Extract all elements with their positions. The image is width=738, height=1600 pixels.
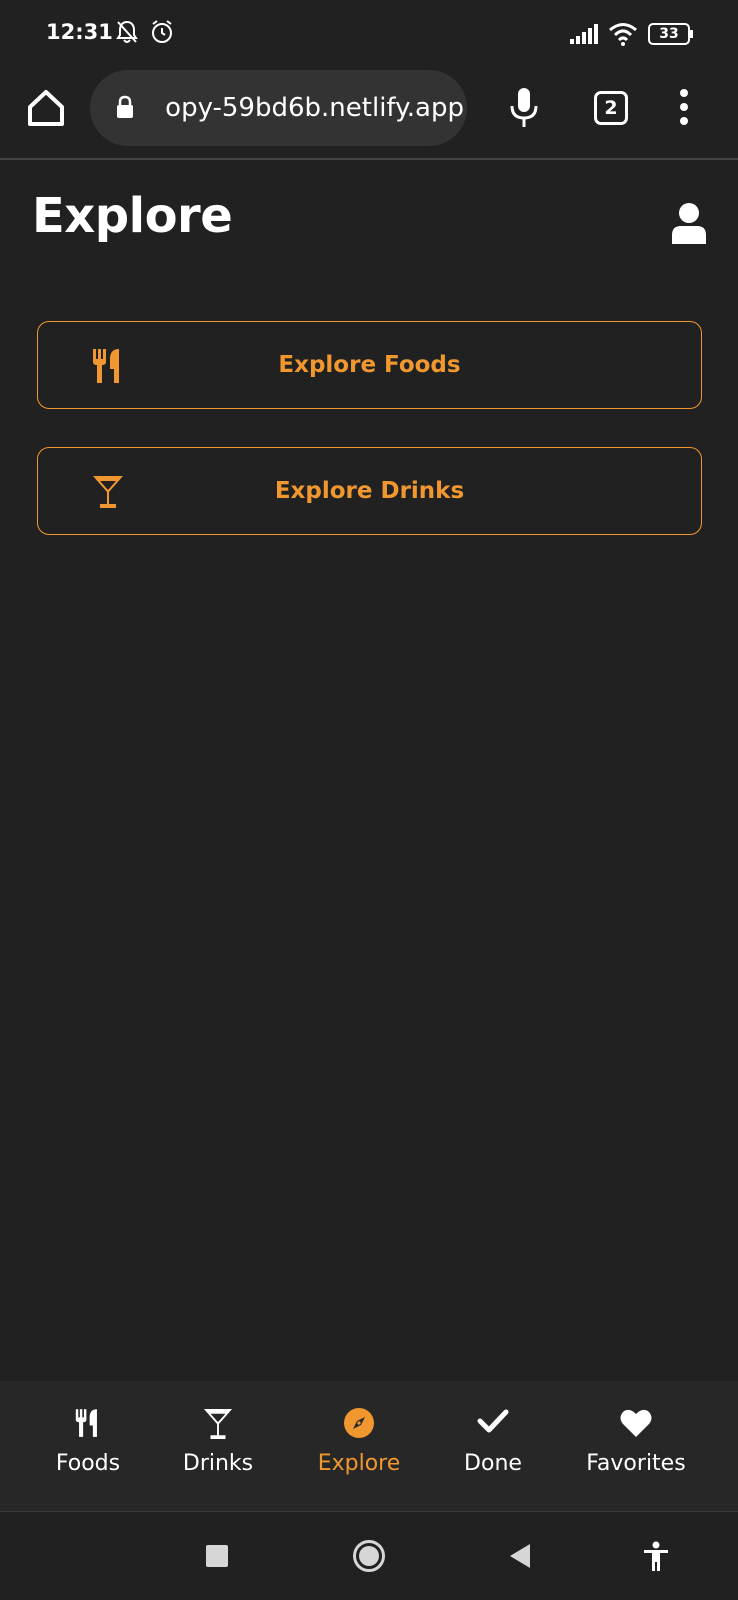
- tab-done-label: Done: [464, 1451, 522, 1476]
- system-nav-bar: [0, 1513, 738, 1600]
- tab-drinks-label: Drinks: [182, 1451, 254, 1476]
- tab-drinks[interactable]: Drinks: [172, 1381, 264, 1512]
- heart-icon: [620, 1409, 652, 1437]
- tab-foods-label: Foods: [55, 1451, 121, 1476]
- mic-icon[interactable]: [508, 86, 540, 128]
- tab-favorites[interactable]: Favorites: [572, 1381, 700, 1512]
- tab-favorites-label: Favorites: [586, 1451, 686, 1476]
- home-circle-icon[interactable]: [352, 1539, 386, 1573]
- explore-foods-label: Explore Foods: [278, 352, 461, 378]
- wifi-icon: [609, 23, 637, 46]
- page-title: Explore: [32, 188, 233, 244]
- tab-foods[interactable]: Foods: [40, 1381, 136, 1512]
- explore-drinks-button[interactable]: Explore Drinks: [37, 447, 702, 535]
- bell-off-icon: [116, 20, 138, 43]
- tab-done[interactable]: Done: [450, 1381, 536, 1512]
- bottom-tab-bar: Foods Drinks Explore Done Favorites: [0, 1381, 738, 1512]
- alarm-icon: [152, 20, 172, 43]
- recents-icon[interactable]: [206, 1545, 228, 1567]
- home-icon[interactable]: [24, 86, 68, 130]
- browser-toolbar: opy-59bd6b.netlify.app 2: [0, 66, 738, 160]
- tab-explore-label: Explore: [317, 1451, 401, 1476]
- lock-icon: [117, 95, 133, 118]
- compass-icon: [344, 1408, 374, 1438]
- utensils-icon: [75, 1409, 97, 1437]
- user-icon[interactable]: [670, 202, 708, 244]
- explore-foods-button[interactable]: Explore Foods: [37, 321, 702, 409]
- explore-drinks-label: Explore Drinks: [274, 478, 465, 504]
- signal-icon: [570, 24, 598, 44]
- battery-level: 33: [659, 26, 679, 42]
- battery-tip: [690, 30, 693, 38]
- status-time: 12:31: [46, 20, 113, 44]
- address-bar[interactable]: opy-59bd6b.netlify.app: [90, 70, 467, 146]
- status-bar: 12:31 33: [0, 0, 738, 66]
- tab-count: 2: [604, 97, 618, 119]
- more-vert-icon[interactable]: [676, 88, 692, 126]
- url-text: opy-59bd6b.netlify.app: [165, 93, 464, 123]
- back-icon[interactable]: [508, 1543, 532, 1569]
- tabs-button[interactable]: 2: [594, 91, 628, 125]
- check-icon: [477, 1409, 509, 1433]
- accessibility-icon[interactable]: [643, 1541, 669, 1571]
- tab-explore[interactable]: Explore: [304, 1381, 414, 1512]
- battery-icon: 33: [648, 23, 690, 45]
- cocktail-icon: [203, 1409, 233, 1439]
